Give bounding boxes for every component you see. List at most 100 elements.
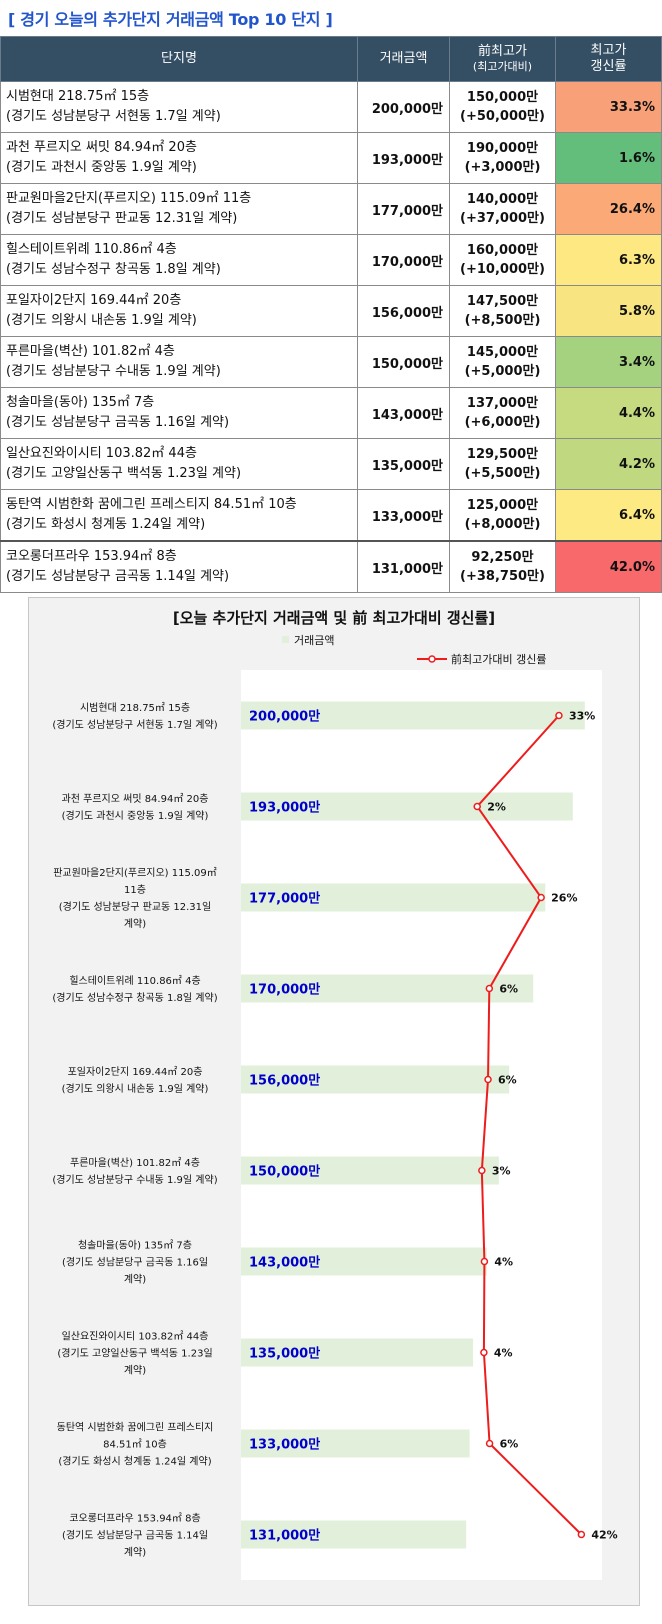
column-header-rate-line1: 최고가	[590, 42, 627, 58]
prev-high-value: 150,000만	[466, 89, 539, 105]
cell-complex-name: 청솔마을(동아) 135㎡ 7층 (경기도 성남분당구 금곡동 1.16일 계약)	[0, 387, 358, 439]
rate-point	[485, 1439, 494, 1448]
column-header-prev-high-line2: (최고가대비)	[472, 60, 533, 74]
cell-amount: 133,000만	[357, 489, 450, 542]
top10-table: 단지명 거래금액 前최고가 (최고가대비) 최고가 갱신률 시범현대 218.7…	[0, 36, 662, 593]
table-row: 판교원마을2단지(푸르지오) 115.09㎡ 11층 (경기도 성남분당구 판교동…	[0, 183, 662, 235]
table-row: 코오롱더프라우 153.94㎡ 8층 (경기도 성남분당구 금곡동 1.14일 계…	[0, 540, 662, 593]
column-header-amount: 거래금액	[357, 36, 450, 82]
category-tick-label: (경기도 의왕시 내손동 1.9일 계약)	[62, 1082, 209, 1095]
prev-high-diff: (+6,000만)	[464, 415, 541, 430]
complex-name-line2: (경기도 화성시 청계동 1.24일 계약)	[6, 517, 206, 532]
cell-complex-name: 판교원마을2단지(푸르지오) 115.09㎡ 11층 (경기도 성남분당구 판교동…	[0, 183, 358, 235]
category-tick-label: (경기도 고양일산동구 백석동 1.23일	[57, 1347, 212, 1360]
category-tick-label: 판교원마을2단지(푸르지오) 115.09㎡	[53, 867, 217, 879]
prev-high-value: 129,500만	[466, 446, 539, 462]
cell-amount: 200,000만	[357, 81, 450, 133]
bar-data-label: 131,000만	[249, 1528, 320, 1544]
cell-prev-high: 140,000만 (+37,000만)	[449, 183, 556, 235]
cell-amount: 156,000만	[357, 285, 450, 337]
table-row: 일산요진와이시티 103.82㎡ 44층 (경기도 고양일산동구 백석동 1.23…	[0, 438, 662, 490]
cell-amount: 177,000만	[357, 183, 450, 235]
combo-chart: [오늘 추가단지 거래금액 및 前 최고가대비 갱신률] 거래금액 前최고가대비 갱…	[52, 609, 618, 1580]
cell-rate: 42.0%	[555, 540, 662, 593]
rate-data-label: 4%	[494, 1256, 513, 1269]
prev-high-value: 145,000만	[466, 344, 539, 360]
page-title: [ 경기 오늘의 추가단지 거래금액 Top 10 단지 ]	[8, 10, 333, 29]
cell-prev-high: 145,000만 (+5,000만)	[449, 336, 556, 388]
complex-name-line1: 과천 푸르지오 써밋 84.94㎡ 20층	[6, 139, 197, 155]
cell-rate: 6.3%	[555, 234, 662, 286]
prev-high-diff: (+10,000만)	[460, 262, 545, 277]
category-tick-label: 푸른마을(벽산) 101.82㎡ 4층	[70, 1157, 200, 1169]
rate-data-label: 3%	[492, 1165, 511, 1178]
column-header-rate: 최고가 갱신률	[555, 36, 662, 82]
chart-title: [오늘 추가단지 거래금액 및 前 최고가대비 갱신률]	[173, 609, 495, 627]
rate-data-label: 6%	[500, 1438, 519, 1451]
cell-complex-name: 일산요진와이시티 103.82㎡ 44층 (경기도 고양일산동구 백석동 1.23…	[0, 438, 358, 490]
complex-name-line2: (경기도 성남분당구 금곡동 1.14일 계약)	[6, 569, 230, 584]
cell-amount: 150,000만	[357, 336, 450, 388]
bar-data-label: 156,000만	[249, 1073, 320, 1089]
category-tick-label: 계약)	[124, 918, 146, 930]
legend-bar-label: 거래금액	[294, 634, 334, 647]
complex-name-line1: 시범현대 218.75㎡ 15층	[6, 88, 150, 104]
category-tick-label: 코오롱더프라우 153.94㎡ 8층	[69, 1513, 200, 1525]
category-tick-label: 11층	[124, 884, 146, 896]
prev-high-diff: (+37,000만)	[460, 211, 545, 226]
rate-point	[478, 1166, 486, 1175]
cell-complex-name: 시범현대 218.75㎡ 15층 (경기도 성남분당구 서현동 1.7일 계약)	[0, 81, 358, 133]
legend-line-marker	[428, 655, 436, 663]
table-row: 포일자이2단지 169.44㎡ 20층 (경기도 의왕시 내손동 1.9일 계약)…	[0, 285, 662, 337]
prev-high-value: 160,000만	[466, 242, 539, 258]
complex-name-line1: 청솔마을(동아) 135㎡ 7층	[6, 394, 155, 410]
prev-high-diff: (+8,500만)	[464, 313, 541, 328]
category-tick-label: (경기도 성남수정구 창곡동 1.8일 계약)	[52, 991, 217, 1004]
rate-data-label: 33%	[569, 710, 595, 723]
category-tick-label: (경기도 성남분당구 수내동 1.9일 계약)	[52, 1173, 217, 1186]
category-tick-label: 일산요진와이시티 103.82㎡ 44층	[62, 1331, 209, 1343]
bar-data-label: 200,000만	[249, 709, 320, 725]
category-tick-label: 시범현대 218.75㎡ 15층	[80, 702, 190, 714]
category-tick-label: (경기도 화성시 청계동 1.24일 계약)	[58, 1455, 211, 1468]
category-tick-label: 계약)	[124, 1274, 146, 1286]
complex-name-line1: 코오롱더프라우 153.94㎡ 8층	[6, 548, 177, 564]
column-header-prev-high: 前최고가 (최고가대비)	[449, 36, 556, 82]
cell-complex-name: 푸른마을(벽산) 101.82㎡ 4층 (경기도 성남분당구 수내동 1.9일 계…	[0, 336, 358, 388]
cell-amount: 143,000만	[357, 387, 450, 439]
complex-name-line2: (경기도 의왕시 내손동 1.9일 계약)	[6, 313, 197, 328]
cell-amount: 135,000만	[357, 438, 450, 490]
bar-data-label: 143,000만	[249, 1255, 320, 1271]
category-tick-label: (경기도 성남분당구 금곡동 1.14일	[62, 1529, 208, 1542]
rate-point	[555, 711, 563, 720]
cell-prev-high: 129,500만 (+5,500만)	[449, 438, 556, 490]
cell-amount: 131,000만	[357, 540, 450, 593]
complex-name-line2: (경기도 성남분당구 서현동 1.7일 계약)	[6, 109, 221, 124]
legend-line-label: 前최고가대비 갱신률	[451, 652, 546, 666]
bar-data-label: 170,000만	[249, 982, 320, 998]
rate-point	[485, 984, 494, 993]
bar-data-label: 133,000만	[249, 1437, 320, 1453]
rate-point	[480, 1348, 488, 1357]
column-header-prev-high-line1: 前최고가	[478, 44, 527, 59]
category-tick-label: (경기도 성남분당구 판교동 12.31일	[59, 900, 211, 913]
table-row: 푸른마을(벽산) 101.82㎡ 4층 (경기도 성남분당구 수내동 1.9일 계…	[0, 336, 662, 388]
complex-name-line1: 동탄역 시범한화 꿈에그린 프레스티지 84.51㎡ 10층	[6, 496, 297, 512]
rate-data-label: 2%	[487, 801, 506, 814]
category-tick-label: 계약)	[124, 1365, 146, 1377]
rate-data-label: 6%	[498, 1074, 517, 1087]
category-tick-label: 과천 푸르지오 써밋 84.94㎡ 20층	[62, 793, 209, 805]
cell-rate: 6.4%	[555, 489, 662, 542]
complex-name-line1: 푸른마을(벽산) 101.82㎡ 4층	[6, 343, 175, 359]
prev-high-value: 125,000만	[466, 497, 539, 513]
category-tick-label: (경기도 성남분당구 금곡동 1.16일	[62, 1256, 208, 1269]
category-tick-label: 힐스테이트위례 110.86㎡ 4층	[69, 974, 200, 987]
cell-complex-name: 코오롱더프라우 153.94㎡ 8층 (경기도 성남분당구 금곡동 1.14일 계…	[0, 540, 358, 593]
rate-data-label: 42%	[591, 1529, 617, 1542]
cell-prev-high: 190,000만 (+3,000만)	[449, 132, 556, 184]
complex-name-line2: (경기도 성남분당구 수내동 1.9일 계약)	[6, 364, 221, 379]
cell-prev-high: 92,250만 (+38,750만)	[449, 540, 556, 593]
category-tick-label: (경기도 과천시 중앙동 1.9일 계약)	[62, 809, 209, 822]
complex-name-line1: 판교원마을2단지(푸르지오) 115.09㎡ 11층	[6, 190, 252, 206]
prev-high-value: 147,500만	[466, 293, 539, 309]
